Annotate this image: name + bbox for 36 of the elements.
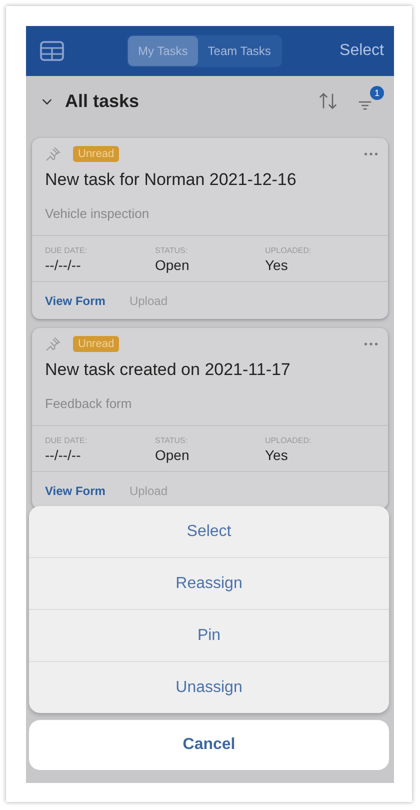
select-button[interactable]: Select (340, 42, 384, 60)
form-name: Feedback form (32, 380, 388, 426)
field-label: UPLOADED: (265, 436, 312, 445)
link[interactable]: View Form (45, 294, 106, 308)
more-icon[interactable] (364, 342, 378, 346)
menu-item[interactable]: Unassign (29, 662, 389, 713)
field-value: Open (155, 447, 190, 463)
field-label: UPLOADED: (265, 246, 312, 255)
count-badge: 1 (370, 86, 384, 100)
menu-item[interactable]: Reassign (29, 558, 389, 610)
field-value: Open (155, 257, 190, 273)
field-value: Yes (265, 447, 289, 463)
cancel-button[interactable]: Cancel (29, 720, 389, 770)
field-value: Yes (265, 257, 289, 273)
field-label: DUE DATE: (45, 436, 88, 445)
form-name: Vehicle inspection (32, 190, 388, 236)
menu-item[interactable]: Select (29, 506, 389, 558)
field-value: --/--/-- (45, 447, 82, 463)
field-label: STATUS: (155, 436, 189, 445)
more-icon[interactable] (364, 152, 378, 156)
field-label: DUE DATE: (45, 246, 88, 255)
menu-item[interactable]: Pin (29, 610, 389, 662)
unread-badge: Unread (73, 336, 120, 352)
pin-icon[interactable] (45, 336, 61, 352)
task-title: New task for Norman 2021-12-16 (44, 169, 298, 190)
tab[interactable]: Team Tasks (198, 36, 281, 66)
field-label: STATUS: (155, 246, 189, 255)
field-value: --/--/-- (45, 257, 82, 273)
filter-icon[interactable] (358, 100, 372, 111)
unread-badge: Unread (73, 146, 120, 162)
task-title: New task created on 2021-11-17 (44, 359, 292, 380)
sort-icon[interactable] (318, 92, 338, 110)
list-title: All tasks (65, 90, 140, 112)
table-icon[interactable] (40, 41, 64, 61)
link[interactable]: View Form (45, 484, 106, 498)
pin-icon[interactable] (45, 146, 61, 162)
